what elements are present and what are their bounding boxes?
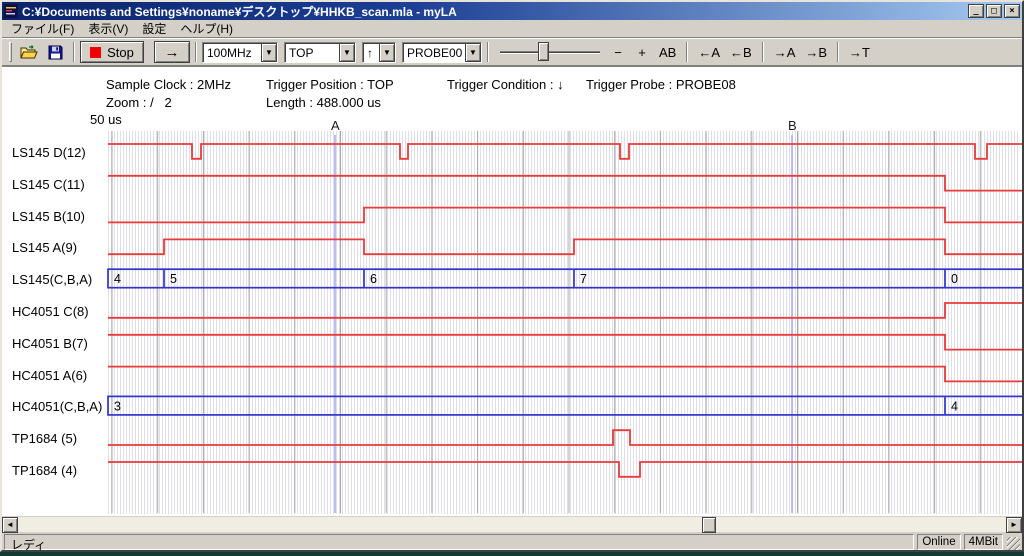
scroll-right-button[interactable]: ► bbox=[1006, 517, 1022, 533]
menu-view[interactable]: 表示(V) bbox=[81, 18, 135, 39]
channel-label: LS145 C(11) bbox=[12, 177, 85, 192]
trigger-position-value: TOP bbox=[285, 43, 339, 62]
status-bar: レディ Online 4MBit bbox=[2, 532, 1022, 552]
scrollbar-thumb[interactable] bbox=[702, 517, 716, 533]
digital-waveform bbox=[108, 367, 1022, 382]
maximize-button[interactable]: □ bbox=[986, 4, 1002, 18]
scroll-left-button[interactable]: ◄ bbox=[2, 517, 18, 533]
resize-grip-icon[interactable] bbox=[1007, 537, 1020, 550]
app-icon bbox=[4, 4, 18, 18]
run-button[interactable]: → bbox=[154, 41, 190, 63]
digital-waveform bbox=[108, 335, 1022, 350]
online-badge: Online bbox=[917, 534, 960, 550]
channel-label: TP1684 (4) bbox=[12, 463, 77, 478]
chevron-down-icon[interactable]: ▼ bbox=[379, 43, 395, 62]
sample-clock-value: 100MHz bbox=[203, 43, 261, 62]
goto-cursor-a-button[interactable]: ←A bbox=[693, 41, 725, 63]
toolbar-separator bbox=[195, 42, 197, 62]
digital-waveform bbox=[108, 176, 1022, 191]
bus-value: 6 bbox=[370, 272, 377, 286]
set-cursor-a-button[interactable]: →A bbox=[769, 41, 801, 63]
channel-label: HC4051 C(8) bbox=[12, 304, 89, 319]
goto-trigger-button[interactable]: →T bbox=[844, 41, 875, 63]
zoom-out-button[interactable]: − bbox=[606, 41, 630, 63]
chevron-down-icon[interactable]: ▼ bbox=[339, 43, 355, 62]
waveform-svg[interactable]: A B 4 5 6 7 0 3 4 bbox=[2, 67, 1022, 516]
toolbar-separator bbox=[762, 42, 764, 62]
goto-cursor-b-button[interactable]: ←B bbox=[725, 41, 757, 63]
minimize-button[interactable]: _ bbox=[968, 4, 984, 18]
set-cursor-b-button[interactable]: →B bbox=[800, 41, 832, 63]
channel-label: LS145 A(9) bbox=[12, 240, 77, 255]
bus-waveform bbox=[108, 269, 1022, 288]
open-button[interactable] bbox=[15, 41, 43, 63]
trigger-probe-select[interactable]: PROBE00 ▼ bbox=[402, 42, 482, 63]
status-text: レディ bbox=[4, 534, 914, 550]
digital-waveform bbox=[108, 144, 1022, 159]
menu-file[interactable]: ファイル(F) bbox=[4, 18, 81, 39]
bus-value: 4 bbox=[951, 399, 958, 413]
window-title: C:¥Documents and Settings¥noname¥デスクトップ¥… bbox=[22, 3, 966, 20]
trigger-position-select[interactable]: TOP ▼ bbox=[284, 42, 356, 63]
digital-waveform bbox=[108, 462, 1022, 477]
toolbar-grip[interactable] bbox=[9, 42, 12, 62]
digital-waveform bbox=[108, 239, 1022, 254]
toolbar-separator bbox=[73, 42, 75, 62]
channel-label: HC4051(C,B,A) bbox=[12, 399, 102, 414]
menu-settings[interactable]: 設定 bbox=[135, 18, 173, 39]
chevron-down-icon[interactable]: ▼ bbox=[465, 43, 481, 62]
menu-help[interactable]: ヘルプ(H) bbox=[173, 18, 240, 39]
bus-value: 7 bbox=[580, 272, 587, 286]
save-floppy-icon bbox=[48, 45, 63, 60]
channel-label: HC4051 A(6) bbox=[12, 368, 87, 383]
stop-button[interactable]: Stop bbox=[80, 41, 144, 63]
channel-label: HC4051 B(7) bbox=[12, 336, 88, 351]
cursor-a-label[interactable]: A bbox=[331, 118, 340, 133]
bus-value: 0 bbox=[951, 272, 958, 286]
channel-label: LS145(C,B,A) bbox=[12, 272, 92, 287]
ab-range-button[interactable]: AB bbox=[654, 41, 681, 63]
chevron-down-icon[interactable]: ▼ bbox=[261, 43, 277, 62]
toolbar-separator bbox=[837, 42, 839, 62]
app-window: C:¥Documents and Settings¥noname¥デスクトップ¥… bbox=[0, 0, 1024, 552]
bus-waveform bbox=[108, 396, 1022, 415]
zoom-slider-thumb[interactable] bbox=[538, 42, 549, 61]
trigger-edge-select[interactable]: ↑ ▼ bbox=[362, 42, 396, 63]
toolbar-separator bbox=[686, 42, 688, 62]
stop-label: Stop bbox=[107, 45, 134, 60]
zoom-slider-track[interactable] bbox=[500, 51, 600, 54]
save-button[interactable] bbox=[43, 41, 68, 63]
run-arrow-icon: → bbox=[165, 44, 180, 61]
channel-label: LS145 B(10) bbox=[12, 209, 85, 224]
trigger-edge-value: ↑ bbox=[363, 43, 379, 62]
bus-value: 5 bbox=[170, 272, 177, 286]
open-folder-icon bbox=[20, 45, 38, 59]
digital-waveform bbox=[108, 303, 1022, 318]
sample-clock-select[interactable]: 100MHz ▼ bbox=[202, 42, 278, 63]
zoom-slider[interactable] bbox=[500, 41, 600, 63]
zoom-in-button[interactable]: + bbox=[630, 41, 654, 63]
bus-value: 4 bbox=[114, 272, 121, 286]
waveform-area[interactable]: Sample Clock : 2MHz Trigger Position : T… bbox=[2, 66, 1022, 516]
memory-badge: 4MBit bbox=[964, 534, 1003, 550]
bus-value: 3 bbox=[114, 399, 121, 413]
menu-bar: ファイル(F) 表示(V) 設定 ヘルプ(H) bbox=[2, 20, 1022, 38]
stop-icon bbox=[90, 47, 101, 58]
digital-waveform bbox=[108, 208, 1022, 223]
close-button[interactable]: × bbox=[1004, 4, 1020, 18]
trigger-probe-value: PROBE00 bbox=[403, 43, 465, 62]
digital-waveform bbox=[108, 430, 1022, 445]
channel-label: TP1684 (5) bbox=[12, 431, 77, 446]
toolbar-separator bbox=[487, 42, 489, 62]
toolbar: Stop → 100MHz ▼ TOP ▼ ↑ ▼ PROBE00 ▼ bbox=[2, 38, 1022, 66]
channel-label: LS145 D(12) bbox=[12, 145, 86, 160]
horizontal-scrollbar[interactable]: ◄ ► bbox=[2, 516, 1022, 532]
cursor-b-label[interactable]: B bbox=[788, 118, 797, 133]
